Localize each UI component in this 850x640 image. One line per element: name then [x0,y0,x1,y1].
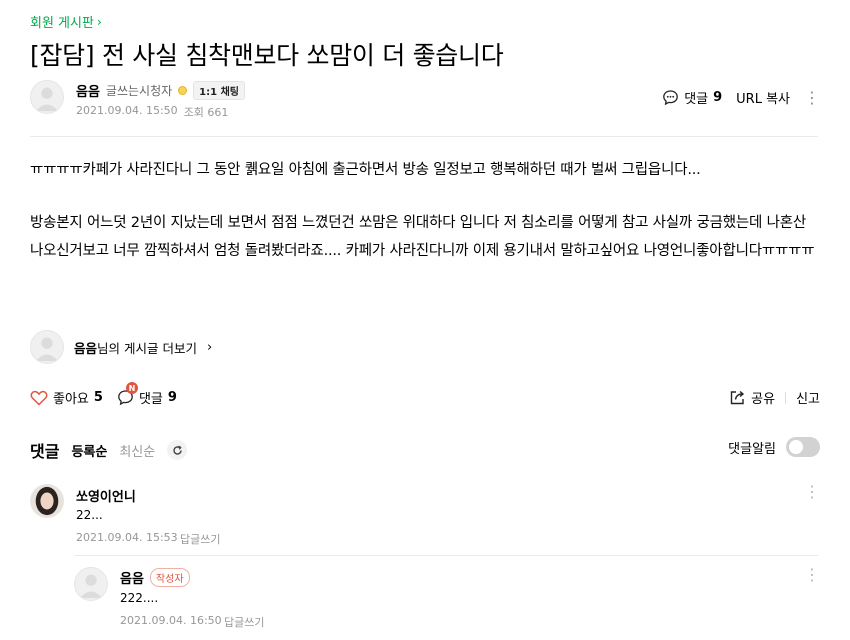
comment-more-icon[interactable]: ⋮ [804,484,820,500]
author-avatar[interactable] [30,80,64,114]
author-more-suffix: 님의 게시글 더보기 [97,340,197,356]
chevron-right-icon: › [96,14,102,29]
comments-label: 댓글 [684,92,709,107]
commenter-avatar[interactable] [30,484,64,518]
comment-divider [74,555,818,556]
sort-registered[interactable]: 등록순 [71,441,107,460]
like-button[interactable]: 좋아요 5 [30,388,103,407]
like-count: 5 [93,390,103,405]
new-badge: N [125,382,138,394]
more-options-icon[interactable]: ⋮ [804,89,820,106]
reply-button[interactable]: 답글쓰기 [180,531,220,547]
author-name[interactable]: 음음 [76,81,100,100]
author-grade: 글쓰는시청자 [105,84,173,98]
post-title: [잡담] 전 사실 침착맨보다 쏘맘이 더 좋습니다 [30,41,504,70]
share-icon [730,390,745,405]
post-paragraph: 방송본지 어느덧 2년이 지났는데 보면서 점점 느꼈던건 쏘맘은 위대하다 입… [30,215,815,259]
comment-item: 쏘영이언니 22... 2021.09.04. 15:53 답글쓰기 ⋮ [30,482,820,550]
header-divider [30,136,818,137]
comment-count: 9 [167,390,177,405]
author-avatar-small [30,330,64,364]
comments-link[interactable]: 댓글 9 [662,88,722,107]
comment-label: 댓글 [138,392,163,407]
author-more-link[interactable]: 음음님의 게시글 더보기 › [30,330,212,364]
refresh-icon[interactable] [167,440,188,460]
comment-text: 22... [76,508,103,522]
post-paragraph: ㅠㅠㅠㅠ카페가 사라진다니 그 동안 퀡요일 아침에 출근하면서 방송 일정보고… [30,162,701,178]
comment-button[interactable]: N 댓글 9 [117,382,177,407]
comment-date: 2021.09.04. 15:53 [76,531,178,544]
chevron-right-icon: › [206,339,213,355]
author-more-name: 음음 [74,340,98,356]
sort-latest[interactable]: 최신순 [119,441,155,460]
comment-alarm-label: 댓글알림 [728,441,776,457]
share-label: 공유 [751,392,776,407]
author-badge: 작성자 [149,568,190,587]
report-button[interactable]: 신고 [796,388,820,407]
comment-more-icon[interactable]: ⋮ [804,567,820,583]
post-date: 2021.09.04. 15:50 [76,104,178,117]
like-label: 좋아요 [53,392,89,407]
action-separator [785,391,787,404]
comment-heading: 댓글 [30,442,60,461]
comment-item: 음음 작성자 222.... 2021.09.04. 16:50 답글쓰기 ⋮ [74,565,820,633]
share-button[interactable]: 공유 [729,388,775,407]
commenter-name[interactable]: 쏘영이언니 [76,486,136,505]
board-label: 회원 게시판 [30,16,94,31]
comments-count: 9 [713,90,723,105]
grade-icon [178,86,188,95]
comment-date: 2021.09.04. 16:50 [120,614,222,627]
comment-alarm-toggle[interactable] [786,437,820,457]
reply-button[interactable]: 답글쓰기 [224,614,264,630]
heart-icon [30,390,48,406]
comment-bubble-icon [663,90,679,106]
commenter-avatar[interactable] [74,567,108,601]
commenter-name[interactable]: 음음 [120,568,144,587]
chat-button[interactable]: 1:1 채팅 [193,81,245,100]
url-copy-button[interactable]: URL 복사 [736,88,790,107]
comment-text: 222.... [120,591,159,605]
post-views: 조회 661 [183,106,229,119]
board-link[interactable]: 회원 게시판 › [30,12,102,32]
